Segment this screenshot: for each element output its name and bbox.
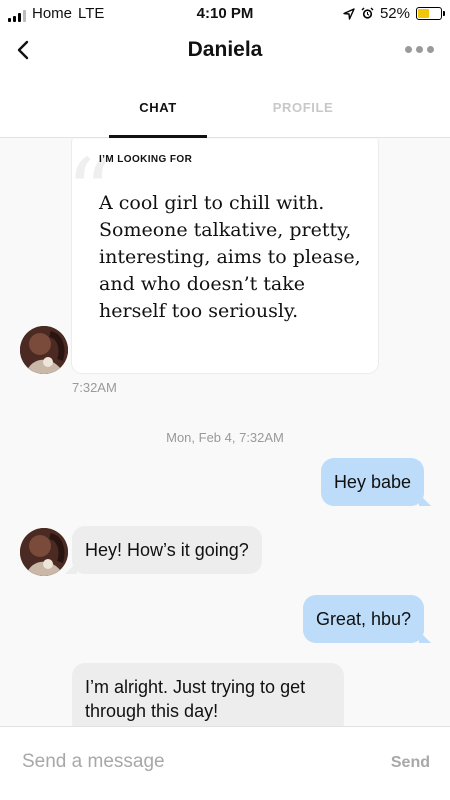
message-bubble-outgoing[interactable]: Hey babe xyxy=(320,458,424,506)
active-tab-indicator xyxy=(109,135,207,138)
location-arrow-icon xyxy=(343,7,355,20)
page-title: Daniela xyxy=(187,38,263,61)
prompt-timestamp: 7:32AM xyxy=(72,380,117,395)
battery-fill xyxy=(418,9,430,18)
date-separator: Mon, Feb 4, 7:32AM xyxy=(166,430,284,445)
message-text: Hey! How’s it going? xyxy=(85,540,249,560)
tab-profile[interactable]: PROFILE xyxy=(254,100,352,115)
prompt-answer: A cool girl to chill with. Someone talka… xyxy=(99,192,361,322)
chat-thread[interactable]: “ I’M LOOKING FOR A cool girl to chill w… xyxy=(0,139,450,726)
message-text: Hey babe xyxy=(333,472,411,492)
send-button[interactable]: Send xyxy=(391,754,430,772)
battery-icon xyxy=(416,7,445,20)
more-options-icon[interactable] xyxy=(405,46,434,53)
status-bar: Home LTE 4:10 PM 52% xyxy=(0,0,450,28)
prompt-label: I’M LOOKING FOR xyxy=(99,154,193,165)
message-composer: Send xyxy=(0,726,450,800)
tab-chat[interactable]: CHAT xyxy=(109,100,207,115)
message-bubble-incoming[interactable]: I’m alright. Just trying to get through … xyxy=(72,663,344,726)
battery-percent: 52% xyxy=(379,5,410,22)
alarm-icon xyxy=(361,7,374,19)
status-right: 52% xyxy=(343,5,445,22)
message-input[interactable] xyxy=(22,751,352,773)
message-bubble-incoming[interactable]: Hey! How’s it going? xyxy=(72,526,262,574)
message-text: I’m alright. Just trying to get through … xyxy=(85,677,306,721)
avatar[interactable] xyxy=(20,528,68,576)
avatar[interactable] xyxy=(20,326,68,374)
conversation-header: Daniela CHAT PROFILE xyxy=(0,28,450,138)
message-text: Great, hbu? xyxy=(315,609,411,629)
profile-prompt-card[interactable]: “ I’M LOOKING FOR A cool girl to chill w… xyxy=(66,139,378,373)
message-bubble-outgoing[interactable]: Great, hbu? xyxy=(302,595,424,643)
